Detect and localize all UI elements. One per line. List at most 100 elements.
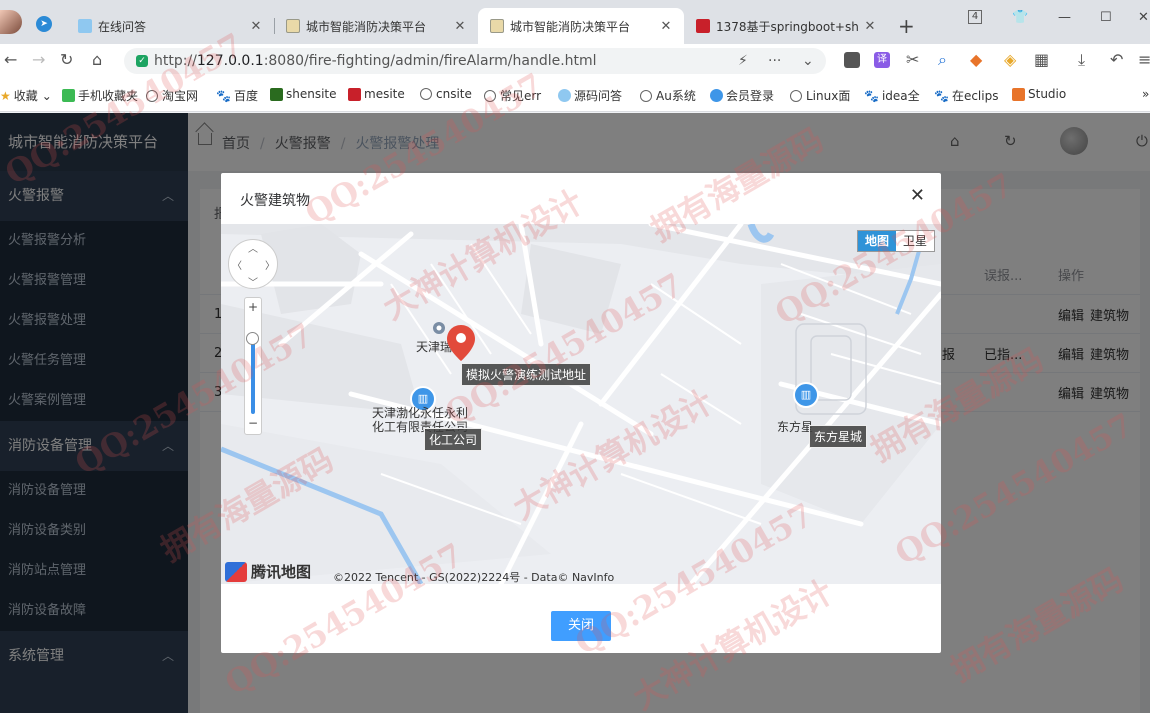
bookmark-item[interactable]: 🐾 百度 <box>216 87 258 104</box>
close-button[interactable]: 关闭 <box>551 611 611 641</box>
translate-extension-icon[interactable]: 译 <box>874 52 890 68</box>
building-icon: ▥ <box>793 382 819 408</box>
site-favicon-icon <box>696 19 710 33</box>
map-copyright: ©2022 Tencent - GS(2022)2224号 - Data© Na… <box>333 571 615 584</box>
dropdown-chevron-icon[interactable]: ⌄ <box>802 53 814 69</box>
download-icon[interactable]: ⤓ <box>1078 50 1085 70</box>
chevron-down-icon: ⌄ <box>41 88 52 103</box>
close-tab-icon[interactable]: ✕ <box>452 19 468 34</box>
map-type-map[interactable]: 地图 <box>858 231 896 251</box>
close-tab-icon[interactable]: ✕ <box>658 19 674 34</box>
bookmark-item[interactable]: cnsite <box>420 87 472 101</box>
zoom-in-icon[interactable]: + <box>245 300 261 314</box>
browser-tab-platform-active[interactable]: 城市智能消防决策平台 ✕ <box>478 8 684 44</box>
pan-right-icon[interactable]: 〉 <box>265 257 275 272</box>
address-bar[interactable]: ✓ http://127.0.0.1:8080/fire-fighting/ad… <box>124 48 826 74</box>
tab-title: 1378基于springboot+sh <box>716 19 859 34</box>
map-type-satellite[interactable]: 卫星 <box>896 231 934 251</box>
cloud-icon <box>710 89 723 102</box>
scissors-icon[interactable]: ✂ <box>906 50 919 69</box>
pan-control[interactable]: ︿ ﹀ 〈 〉 <box>228 239 278 289</box>
close-icon[interactable]: ✕ <box>910 185 925 206</box>
menu-icon[interactable]: ≡ <box>1138 50 1150 69</box>
close-tab-icon[interactable]: ✕ <box>248 19 264 34</box>
bookmark-item[interactable]: 🐾 idea全 <box>864 87 920 104</box>
map-view[interactable]: 地图 卫星 ︿ ﹀ 〈 〉 + − 天津瑞 模拟火警演练测试地址 ▥ 天津渤化永… <box>221 224 941 584</box>
pan-up-icon[interactable]: ︿ <box>248 240 258 255</box>
map-marker-icon[interactable] <box>447 325 477 365</box>
bookmark-item[interactable]: shensite <box>270 87 337 101</box>
shirt-icon[interactable]: 👕 <box>1012 10 1028 25</box>
paw-icon: 🐾 <box>934 88 949 103</box>
dialog-title: 火警建筑物 <box>240 193 310 209</box>
zoom-out-icon[interactable]: − <box>245 416 261 430</box>
poi-chem-name-line1: 天津渤化永任永利 <box>372 406 469 420</box>
more-dots-icon[interactable]: ··· <box>768 53 781 69</box>
undo-icon[interactable]: ↶ <box>1110 50 1123 69</box>
globe-icon <box>420 88 432 100</box>
telegram-icon[interactable]: ➤ <box>36 16 52 32</box>
url-text[interactable]: http://127.0.0.1:8080/fire-fighting/admi… <box>154 53 597 69</box>
browser-tab-platform[interactable]: 城市智能消防决策平台 ✕ <box>274 8 478 44</box>
bookmark-item[interactable]: Studio <box>1012 87 1066 101</box>
zoom-control[interactable]: + − <box>244 297 262 435</box>
bookmark-favorites[interactable]: ★ 收藏 ⌄ <box>0 87 52 104</box>
reload-icon[interactable]: ↻ <box>60 50 73 69</box>
bookmark-item[interactable]: 淘宝网 <box>146 87 198 104</box>
tab-title: 城市智能消防决策平台 <box>306 19 427 34</box>
profile-avatar-icon[interactable] <box>0 10 22 34</box>
forward-icon[interactable]: → <box>32 50 45 69</box>
tab-title: 在线问答 <box>98 19 147 34</box>
browser-toolbar: ← → ↻ ⌂ ✓ http://127.0.0.1:8080/fire-fig… <box>0 44 1150 78</box>
poi-pin-icon <box>433 322 445 334</box>
reader-extension-icon[interactable] <box>844 52 860 68</box>
secure-shield-icon: ✓ <box>136 55 148 67</box>
bookmark-item[interactable]: Linux面 <box>790 87 850 104</box>
globe-icon <box>790 89 802 102</box>
bookmark-item[interactable]: 手机收藏夹 <box>62 87 138 104</box>
site-icon <box>348 87 361 101</box>
map-roads <box>221 224 941 584</box>
lightning-icon[interactable]: ⚡ <box>738 53 748 69</box>
paw-icon: 🐾 <box>864 88 879 103</box>
qa-icon <box>558 89 571 102</box>
bookmark-item[interactable]: Au系统 <box>640 87 696 104</box>
new-tab-button[interactable]: + <box>898 14 915 38</box>
tencent-map-logo-icon <box>225 561 247 582</box>
shield-extension-icon[interactable]: ◈ <box>1004 50 1016 69</box>
poi-dongfang-label: 东方星城 <box>809 425 868 448</box>
pan-left-icon[interactable]: 〈 <box>232 257 242 272</box>
tab-title: 城市智能消防决策平台 <box>510 19 631 34</box>
site-favicon-icon <box>490 19 504 33</box>
building-dialog: 火警建筑物 ✕ 地图 卫星 ︿ ﹀ 〈 〉 + − 天津瑞 模拟火警演练测试地址… <box>221 173 941 653</box>
pan-down-icon[interactable]: ﹀ <box>248 274 258 289</box>
browser-tab-bar: ➤ 在线问答 ✕ 城市智能消防决策平台 ✕ 城市智能消防决策平台 ✕ 1378基… <box>0 0 1150 44</box>
close-window-icon[interactable]: ✕ <box>1138 10 1149 25</box>
bookmark-item[interactable]: 会员登录 <box>710 87 774 104</box>
game-extension-icon[interactable]: ◆ <box>970 50 982 69</box>
bookmark-item[interactable]: mesite <box>348 87 405 101</box>
globe-icon <box>640 89 652 102</box>
tab-count-badge[interactable]: 4 <box>968 10 982 24</box>
browser-tab-qa[interactable]: 在线问答 ✕ <box>66 8 274 44</box>
bookmark-item[interactable]: 常见err <box>484 87 541 104</box>
bookmark-item[interactable]: 源码问答 <box>558 87 622 104</box>
apps-grid-icon[interactable]: ▦ <box>1034 50 1049 69</box>
marker-label: 模拟火警演练测试地址 <box>461 363 592 386</box>
search-extension-icon[interactable]: ⌕ <box>938 50 947 70</box>
minimize-icon[interactable]: — <box>1058 10 1071 25</box>
qa-favicon-icon <box>78 19 92 33</box>
map-brand: 腾讯地图 <box>225 561 311 582</box>
home-icon[interactable]: ⌂ <box>92 50 102 69</box>
bookmark-item[interactable]: 🐾 在eclips <box>934 87 998 104</box>
maximize-icon[interactable]: ☐ <box>1100 10 1112 25</box>
browser-tab-springboot[interactable]: 1378基于springboot+sh ✕ <box>684 8 888 44</box>
back-icon[interactable]: ← <box>4 50 17 69</box>
zoom-rail[interactable] <box>251 336 255 414</box>
bookmarks-overflow-icon[interactable]: » <box>1142 87 1149 101</box>
site-favicon-icon <box>286 19 300 33</box>
zoom-slider-handle[interactable] <box>246 332 259 345</box>
paw-icon: 🐾 <box>216 88 231 103</box>
map-type-switch[interactable]: 地图 卫星 <box>857 230 935 252</box>
close-tab-icon[interactable]: ✕ <box>862 19 878 34</box>
